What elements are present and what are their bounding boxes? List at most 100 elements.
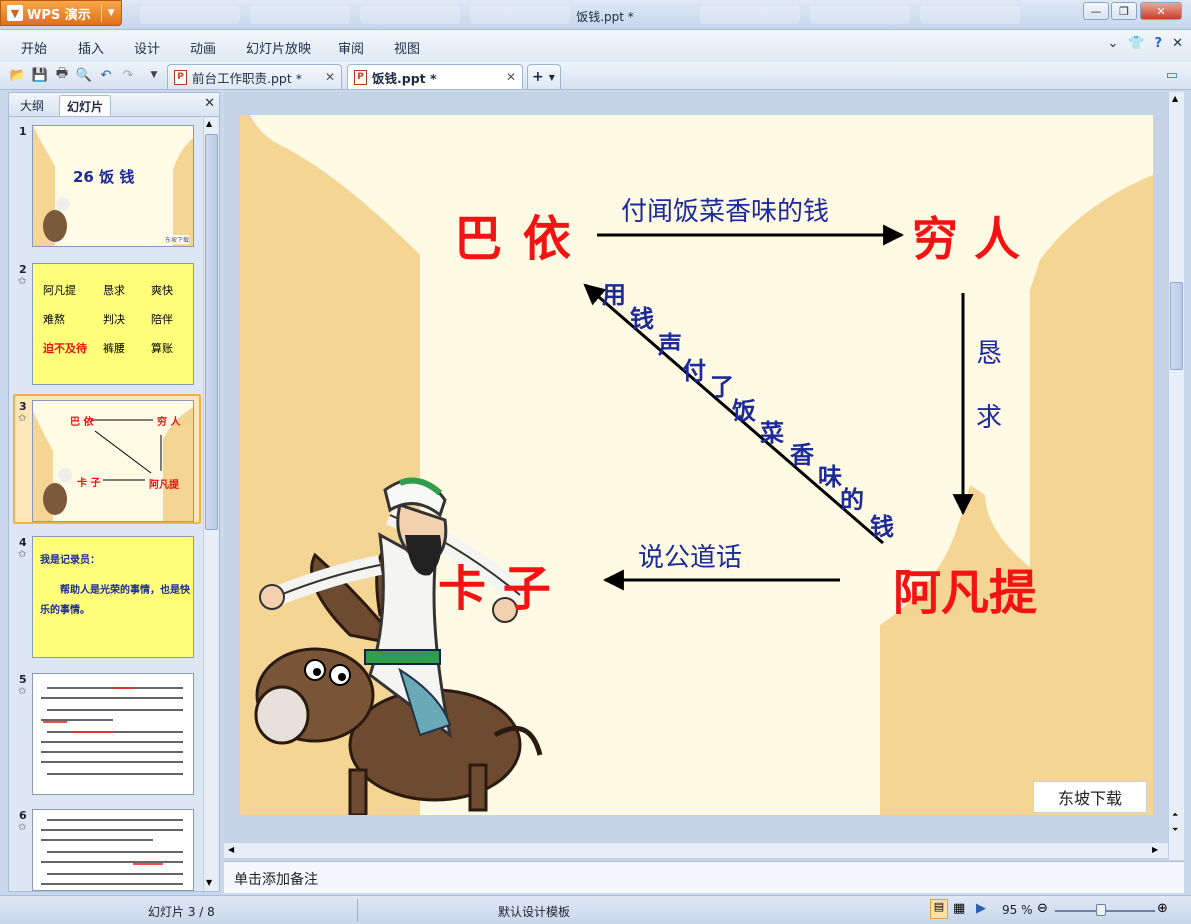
slide-sorter-icon[interactable]: ▦ [953,901,965,916]
menu-home[interactable]: 开始 [21,38,47,57]
save-icon[interactable]: 💾 [32,67,48,83]
print-preview-icon[interactable]: 🔍 [76,67,92,83]
doc-tab-qiantai[interactable]: P 前台工作职责.ppt * ✕ [167,64,342,89]
slide-thumbnail-6[interactable] [32,809,194,891]
scroll-thumb[interactable] [205,134,218,530]
slide-thumbnail-2[interactable]: 阿凡提 恳求 爽快 难熬 判决 陪伴 迫不及待 裤腰 算账 [32,263,194,385]
thumb-6-text-lines [41,819,183,885]
watermark-badge: 东坡下载 [1033,781,1147,813]
window-tab-ghost[interactable] [250,6,350,24]
quick-toolbar: 📂 💾 🖶 🔍 ↶ ↷ ▼ P 前台工作职责.ppt * ✕ P 饭钱.ppt … [0,62,1191,90]
diag-char: 钱 [630,304,654,333]
thumb-3-label: 巴 依 [70,417,94,428]
menu-design[interactable]: 设计 [134,38,160,57]
thumb-4-line: 帮助人是光荣的事情，也是快乐的事情。 [40,585,190,616]
slide-thumbnail-5[interactable] [32,673,194,795]
thumb-2-word: 阿凡提 [43,284,76,297]
animation-star-icon: ✩ [18,549,27,560]
window-tab-ghost[interactable] [360,6,460,24]
thumb-number: 6 [19,809,27,822]
zoom-out-icon[interactable]: ⊖ [1037,901,1048,916]
close-panel-icon[interactable]: ✕ [204,96,215,111]
template-status: 默认设计模板 [498,905,571,919]
window-tab-ghost[interactable] [700,6,800,24]
edge-right-char: 恳 [976,339,1003,369]
menu-animation[interactable]: 动画 [190,38,216,57]
thumb-3-label: 阿凡提 [149,480,179,491]
slide-thumbnail-3[interactable]: 巴 依 穷 人 卡 子 阿凡提 [32,400,194,522]
scroll-up-icon[interactable]: ▲ [206,119,212,128]
zoom-slider-handle[interactable] [1096,904,1106,916]
tab-slides[interactable]: 幻灯片 [59,95,112,116]
app-name: WPS 演示 [27,7,91,23]
window-tab-ghost[interactable] [470,6,570,24]
ppt-file-icon: P [354,69,367,85]
slide-horizontal-scrollbar[interactable]: ◀ ▶ [224,842,1168,858]
animation-star-icon: ✩ [18,413,27,424]
diag-char: 付 [682,356,706,385]
node-afanti: 阿凡提 [893,565,1038,621]
diag-char: 了 [710,372,734,401]
window-tab-ghost[interactable] [810,6,910,24]
next-slide-icon[interactable]: ⏷ [1172,825,1178,835]
node-qiongren: 穷 人 [912,212,1021,266]
chevron-down-icon[interactable]: ⌄ [1107,36,1118,51]
window-tab-ghost[interactable] [920,6,1020,24]
help-icon[interactable]: ? [1155,36,1163,51]
chevron-down-icon[interactable]: ▼ [146,67,162,83]
close-doc-icon[interactable]: ✕ [1172,36,1183,51]
slideshow-icon[interactable]: ▶ [976,901,986,916]
scroll-up-icon[interactable]: ▲ [1172,94,1178,103]
diag-char: 菜 [760,418,784,447]
skin-shirt-icon[interactable]: 👕 [1128,36,1144,51]
menu-insert[interactable]: 插入 [78,38,104,57]
thumb-5-text-lines [41,687,183,775]
divider [357,899,358,921]
node-bayi: 巴 依 [454,211,573,267]
scroll-down-icon[interactable]: ▼ [206,878,212,887]
maximize-button[interactable]: ❐ [1111,2,1137,20]
wps-app-menu-button[interactable]: ▼ WPS 演示 ▼ [0,0,122,26]
slide-thumbnail-4[interactable]: 我是记录员： 帮助人是光荣的事情，也是快乐的事情。 [32,536,194,658]
print-icon[interactable]: 🖶 [54,66,70,83]
doc-tab-fanqian[interactable]: P 饭钱.ppt * ✕ [347,64,523,89]
menu-view[interactable]: 视图 [394,38,420,57]
panel-scrollbar[interactable]: ▲ ▼ [203,118,218,891]
slide-vertical-scrollbar[interactable]: ▲ ⏶ ⏷ [1168,92,1184,860]
close-icon[interactable]: ✕ [325,70,335,84]
redo-icon[interactable]: ↷ [120,67,136,83]
notes-pane[interactable]: 单击添加备注 [224,861,1184,893]
scroll-left-icon[interactable]: ◀ [228,845,234,854]
prev-slide-icon[interactable]: ⏶ [1172,810,1178,820]
thumb-2-word: 陪伴 [151,313,173,326]
scroll-right-icon[interactable]: ▶ [1152,845,1158,854]
window-tab-ghost[interactable] [140,6,240,24]
undo-icon[interactable]: ↶ [98,67,114,83]
animation-star-icon: ✩ [18,686,27,697]
thumb-number: 3 [19,400,27,413]
normal-view-icon[interactable]: ▤ [930,899,948,919]
menu-slideshow[interactable]: 幻灯片放映 [246,38,311,57]
menu-review[interactable]: 审阅 [338,38,364,57]
status-bar: 幻灯片 3 / 8 默认设计模板 ▤ ▦ ▶ 95 % ⊖ ⊕ [0,895,1191,924]
tab-outline[interactable]: 大纲 [13,95,51,116]
diag-char: 饭 [732,396,756,425]
close-icon: ✕ [1156,4,1166,18]
current-slide[interactable]: 巴 依 穷 人 阿凡提 卡 子 付闻饭菜香味的钱 恳 求 说公道话 用 钱 声 … [240,115,1153,815]
diag-char: 的 [840,485,864,514]
thumb-2-word: 算账 [151,342,173,355]
window-layout-icon[interactable]: ▭ [1164,67,1180,83]
restore-icon: ❐ [1119,4,1129,18]
notes-placeholder: 单击添加备注 [234,872,318,888]
thumb-1-badge: 东坡下载 [164,235,189,244]
thumb-3-label: 卡 子 [77,478,101,489]
plus-icon: + [532,69,544,85]
slide-thumbnail-1[interactable]: 26 饭 钱 东坡下载 [32,125,194,247]
open-folder-icon[interactable]: 📂 [10,67,26,83]
new-tab-button[interactable]: + ▼ [527,64,561,89]
minimize-button[interactable]: — [1083,2,1109,20]
zoom-in-icon[interactable]: ⊕ [1157,901,1168,916]
close-icon[interactable]: ✕ [506,70,516,84]
close-window-button[interactable]: ✕ [1140,2,1182,20]
scroll-thumb[interactable] [1170,282,1183,370]
